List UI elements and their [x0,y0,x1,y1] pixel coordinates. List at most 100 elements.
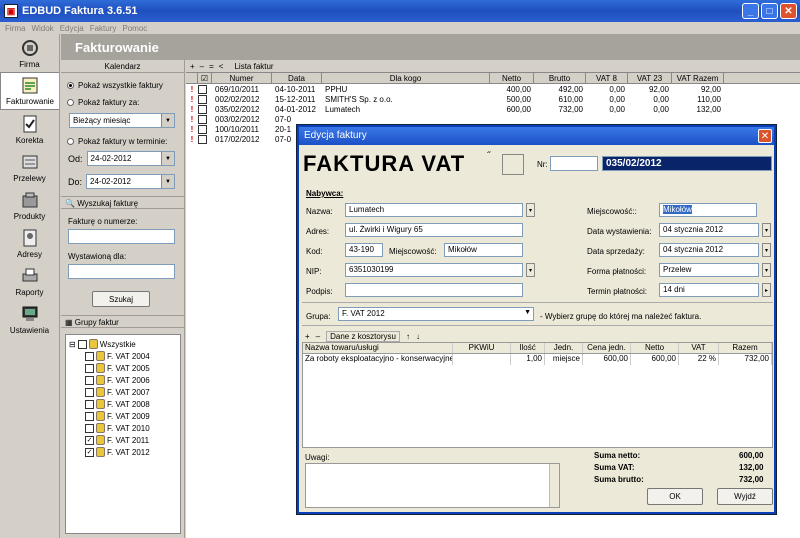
nav-przelewy[interactable]: Przelewy [0,148,59,186]
group-checkbox[interactable] [85,411,94,421]
heading-dropdown-icon[interactable]: ˝ [487,151,490,162]
notes-scrollbar[interactable] [549,464,559,507]
radio-show-all[interactable]: Pokaż wszystkie faktury [67,81,184,90]
invoice-number-input[interactable]: 035/02/2012 [602,156,772,171]
tree-group-item[interactable]: F. VAT 2010 [69,422,177,434]
nr-prefix-input[interactable] [550,156,598,171]
tree-group-item[interactable]: F. VAT 2006 [69,374,177,386]
table-cell: 100/10/2011 [215,124,259,134]
table-row[interactable]: ! 069/10/2011 04-10-2011 PPHU 400,00 492,00 0,… [186,84,800,94]
nav-fakturowanie[interactable]: Fakturowanie [0,72,59,110]
nav-produkty[interactable]: Produkty [0,186,59,224]
row-checkbox[interactable] [198,104,207,114]
tree-group-item[interactable]: F. VAT 2005 [69,362,177,374]
number-input[interactable] [68,229,175,244]
radio-show-for[interactable]: Pokaż faktury za: [67,98,184,107]
table-row[interactable]: ! 003/02/2012 07-0 [186,114,800,124]
place-input[interactable]: Mikołów [659,203,757,217]
move-up-icon[interactable]: ↑ [406,332,410,341]
tree-group-item[interactable]: ✓ F. VAT 2012 [69,446,177,458]
group-select[interactable]: F. VAT 2012 ▼ [338,307,534,321]
row-checkbox[interactable] [198,84,207,94]
nav-korekta[interactable]: Korekta [0,110,59,148]
tree-group-item[interactable]: F. VAT 2008 [69,398,177,410]
edit-button[interactable]: = [209,62,214,71]
notes-textarea[interactable] [305,463,560,508]
from-date[interactable]: 24-02-2012 ▼ [86,151,175,166]
sale-date-input[interactable]: 04 stycznia 2012 [659,243,759,257]
row-checkbox[interactable] [198,124,207,134]
group-checkbox[interactable] [85,423,94,433]
add-item-button[interactable]: + [305,332,310,341]
nav-adresy[interactable]: Adresy [0,224,59,262]
name-input[interactable]: Lumatech [345,203,523,217]
tree-root[interactable]: ⊟ Wszystkie [69,338,177,350]
costs-button[interactable]: Dane z kosztorysu [326,331,400,342]
menu-firma[interactable]: Firma [5,24,25,33]
group-checkbox[interactable] [85,363,94,373]
maximize-button[interactable]: □ [761,3,778,19]
group-checkbox[interactable]: ✓ [85,447,94,457]
row-checkbox[interactable] [198,134,207,144]
ok-button[interactable]: OK [647,488,703,505]
payment-term-input[interactable]: 14 dni [659,283,759,297]
items-toolbar: + – Dane z kosztorysu ↑ ↓ [305,331,420,342]
back-button[interactable]: < [219,62,224,71]
nip-picker-button[interactable]: ▾ [526,263,535,277]
remove-item-button[interactable]: – [316,332,320,341]
nav-ustawienia[interactable]: Ustawienia [0,300,59,338]
menu-faktury[interactable]: Faktury [90,24,117,33]
issue-date-button[interactable]: ▾ [762,223,771,237]
add-button[interactable]: + [190,62,195,71]
exit-button[interactable]: Wyjdź [717,488,773,505]
table-row[interactable]: ! 035/02/2012 04-01-2012 Lumatech 600,00 732,… [186,104,800,114]
group-checkbox[interactable]: ✓ [85,435,94,445]
from-label: Od: [68,153,83,164]
tree-group-item[interactable]: ✓ F. VAT 2011 [69,434,177,446]
address-input[interactable]: ul. Żwirki i Wigury 65 [345,223,523,237]
close-button[interactable]: ✕ [780,3,797,19]
table-row[interactable]: ! 002/02/2012 15-12-2011 SMITH'S Sp. z o.o.… [186,94,800,104]
minimize-button[interactable]: _ [742,3,759,19]
to-date[interactable]: 24-02-2012 ▼ [86,174,175,189]
row-checkbox[interactable] [198,114,207,124]
nav-firma[interactable]: Firma [0,34,59,72]
payment-form-button[interactable]: ▾ [762,263,771,277]
city-input[interactable]: Mikołów [444,243,523,257]
heading-box[interactable] [502,154,524,175]
payment-form-input[interactable]: Przelew [659,263,759,277]
invoice-edit-dialog: Edycja faktury ✕ FAKTURA VAT ˝ Nr: 035/0… [297,125,776,514]
group-checkbox[interactable] [85,375,94,385]
nip-input[interactable]: 6351030199 [345,263,523,277]
postal-code-input[interactable]: 43-190 [345,243,383,257]
sale-date-button[interactable]: ▾ [762,243,771,257]
search-button[interactable]: Szukaj [92,291,150,307]
issue-date-input[interactable]: 04 stycznia 2012 [659,223,759,237]
dialog-close-button[interactable]: ✕ [758,129,772,143]
menu-edycja[interactable]: Edycja [60,24,84,33]
tree-group-item[interactable]: F. VAT 2004 [69,350,177,362]
menu-pomoc[interactable]: Pomoc [122,24,147,33]
address-book-icon [19,228,41,248]
tree-group-item[interactable]: F. VAT 2009 [69,410,177,422]
name-picker-button[interactable]: ▾ [526,203,535,217]
signature-input[interactable] [345,283,523,297]
group-checkbox[interactable] [85,399,94,409]
alert-icon: ! [190,114,194,124]
tree-group-item[interactable]: F. VAT 2007 [69,386,177,398]
issued-input[interactable] [68,264,175,279]
menu-widok[interactable]: Widok [31,24,53,33]
group-checkbox[interactable] [85,387,94,397]
item-row[interactable]: Za roboty eksploatacyjno - konserwacyjne… [303,354,772,365]
nav-raporty[interactable]: Raporty [0,262,59,300]
month-select[interactable]: Bieżący miesiąc ▼ [69,113,175,128]
row-checkbox[interactable] [198,94,207,104]
move-down-icon[interactable]: ↓ [416,332,420,341]
table-cell: 92,00 [648,84,669,94]
payment-term-button[interactable]: ▸ [762,283,771,297]
buyer-label: Nabywca: [306,189,344,198]
group-checkbox[interactable] [85,351,94,361]
remove-button[interactable]: – [200,62,204,71]
radio-show-range[interactable]: Pokaż faktury w terminie: [67,137,184,146]
item-cell: Za roboty eksploatacyjno - konserwacyjne [305,354,453,365]
